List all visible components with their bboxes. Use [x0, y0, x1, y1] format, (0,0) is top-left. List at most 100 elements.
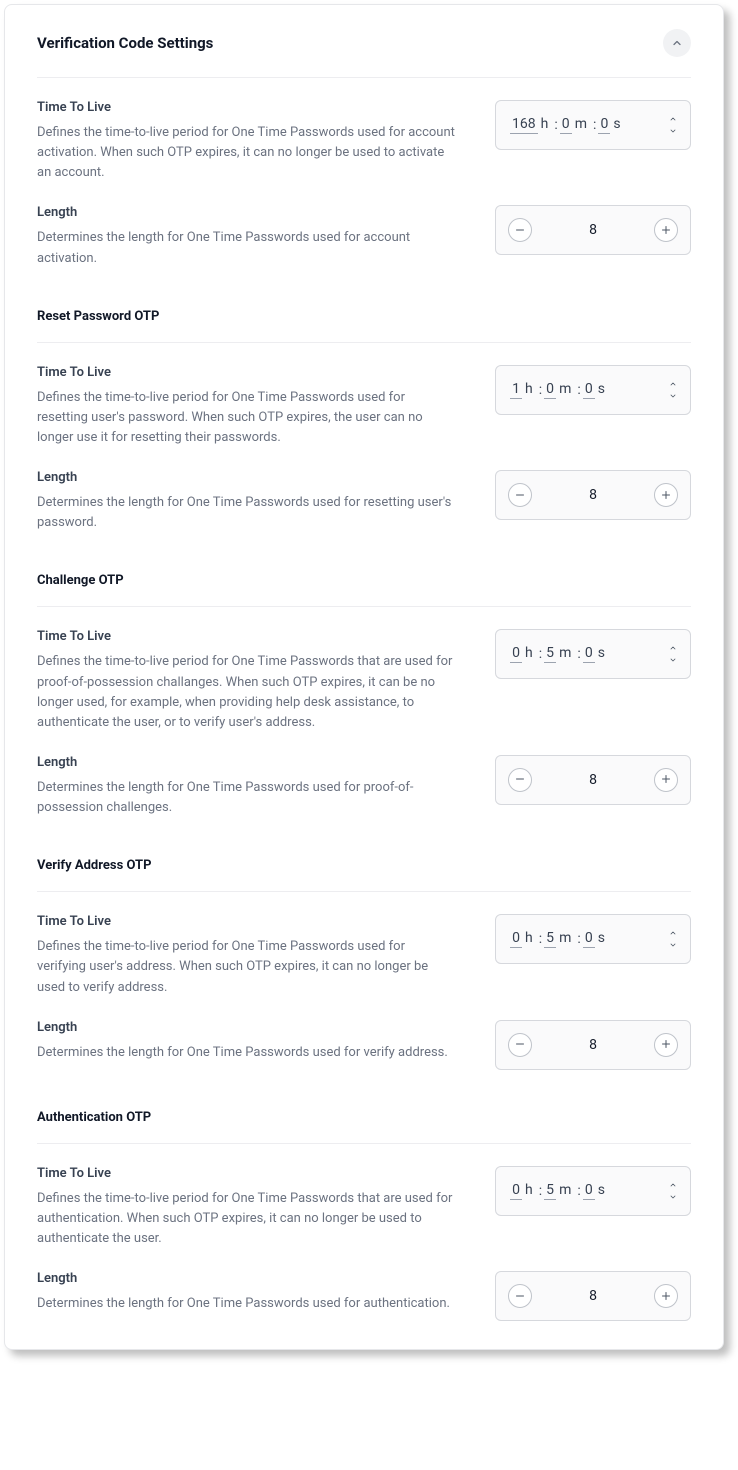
- challenge-ttl-hours-value: 0: [510, 645, 522, 663]
- verify-length-row: Length Determines the length for One Tim…: [37, 1020, 691, 1070]
- plus-icon: [660, 1287, 672, 1306]
- activation-ttl-row: Time To Live Defines the time-to-live pe…: [37, 100, 691, 183]
- reset-length-description: Determines the length for One Time Passw…: [37, 493, 457, 533]
- auth-length-decrement-button[interactable]: [508, 1284, 532, 1308]
- chevron-down-icon: [668, 388, 678, 404]
- verify-ttl-decrement-button[interactable]: [666, 940, 680, 950]
- activation-length-increment-button[interactable]: [654, 218, 678, 242]
- activation-ttl-description: Defines the time-to-live period for One …: [37, 123, 457, 183]
- reset-length-row: Length Determines the length for One Tim…: [37, 470, 691, 533]
- verify-ttl-input[interactable]: 0h : 5m : 0s: [495, 914, 691, 964]
- verify-length-value: 8: [589, 1037, 597, 1053]
- auth-ttl-minutes-value: 5: [544, 1182, 556, 1200]
- verify-ttl-label: Time To Live: [37, 914, 467, 929]
- minutes-unit-label: m: [559, 381, 571, 397]
- minus-icon: [514, 770, 526, 789]
- section-title-verify: Verify Address OTP: [37, 858, 691, 892]
- challenge-ttl-row: Time To Live Defines the time-to-live pe…: [37, 629, 691, 733]
- challenge-length-label: Length: [37, 755, 467, 770]
- hours-unit-label: h: [525, 1182, 533, 1198]
- seconds-unit-label: s: [598, 381, 605, 397]
- hours-unit-label: h: [541, 116, 549, 132]
- activation-length-value: 8: [589, 222, 597, 238]
- reset-length-label: Length: [37, 470, 467, 485]
- chevron-up-icon: [671, 37, 683, 49]
- challenge-length-increment-button[interactable]: [654, 768, 678, 792]
- section-title-auth: Authentication OTP: [37, 1110, 691, 1144]
- auth-ttl-row: Time To Live Defines the time-to-live pe…: [37, 1166, 691, 1249]
- verify-length-increment-button[interactable]: [654, 1033, 678, 1057]
- reset-ttl-seconds-value: 0: [583, 381, 595, 399]
- verify-length-decrement-button[interactable]: [508, 1033, 532, 1057]
- auth-length-increment-button[interactable]: [654, 1284, 678, 1308]
- activation-ttl-label: Time To Live: [37, 100, 467, 115]
- challenge-ttl-input[interactable]: 0h : 5m : 0s: [495, 629, 691, 679]
- activation-length-stepper: 8: [495, 205, 691, 255]
- challenge-ttl-description: Defines the time-to-live period for One …: [37, 652, 457, 733]
- activation-ttl-input[interactable]: 168h : 0m : 0s: [495, 100, 691, 150]
- collapse-button[interactable]: [663, 29, 691, 57]
- verify-ttl-minutes-value: 5: [544, 930, 556, 948]
- challenge-length-description: Determines the length for One Time Passw…: [37, 778, 457, 818]
- activation-length-row: Length Determines the length for One Tim…: [37, 205, 691, 268]
- activation-ttl-seconds-value: 0: [598, 116, 610, 134]
- activation-length-label: Length: [37, 205, 467, 220]
- auth-ttl-seconds-value: 0: [583, 1182, 595, 1200]
- plus-icon: [660, 221, 672, 240]
- challenge-ttl-label: Time To Live: [37, 629, 467, 644]
- reset-ttl-row: Time To Live Defines the time-to-live pe…: [37, 365, 691, 448]
- activation-ttl-decrement-button[interactable]: [666, 126, 680, 136]
- verify-ttl-seconds-value: 0: [583, 930, 595, 948]
- challenge-length-value: 8: [589, 772, 597, 788]
- auth-ttl-description: Defines the time-to-live period for One …: [37, 1189, 457, 1249]
- reset-length-decrement-button[interactable]: [508, 483, 532, 507]
- challenge-ttl-decrement-button[interactable]: [666, 655, 680, 665]
- minus-icon: [514, 221, 526, 240]
- minutes-unit-label: m: [575, 116, 587, 132]
- plus-icon: [660, 770, 672, 789]
- auth-length-row: Length Determines the length for One Tim…: [37, 1271, 691, 1321]
- activation-ttl-minutes-value: 0: [560, 116, 572, 134]
- chevron-down-icon: [668, 652, 678, 668]
- reset-length-increment-button[interactable]: [654, 483, 678, 507]
- auth-length-value: 8: [589, 1288, 597, 1304]
- reset-ttl-input[interactable]: 1h : 0m : 0s: [495, 365, 691, 415]
- auth-ttl-label: Time To Live: [37, 1166, 467, 1181]
- challenge-length-stepper: 8: [495, 755, 691, 805]
- card-header: Verification Code Settings: [37, 29, 691, 78]
- auth-length-stepper: 8: [495, 1271, 691, 1321]
- minutes-unit-label: m: [559, 930, 571, 946]
- seconds-unit-label: s: [598, 645, 605, 661]
- activation-length-decrement-button[interactable]: [508, 218, 532, 242]
- reset-length-stepper: 8: [495, 470, 691, 520]
- section-title-challenge: Challenge OTP: [37, 573, 691, 607]
- auth-length-description: Determines the length for One Time Passw…: [37, 1294, 457, 1314]
- reset-ttl-description: Defines the time-to-live period for One …: [37, 388, 457, 448]
- verify-length-description: Determines the length for One Time Passw…: [37, 1043, 457, 1063]
- verify-ttl-row: Time To Live Defines the time-to-live pe…: [37, 914, 691, 997]
- verify-ttl-hours-value: 0: [510, 930, 522, 948]
- activation-length-description: Determines the length for One Time Passw…: [37, 228, 457, 268]
- auth-ttl-hours-value: 0: [510, 1182, 522, 1200]
- reset-ttl-decrement-button[interactable]: [666, 391, 680, 401]
- minutes-unit-label: m: [559, 645, 571, 661]
- verify-length-stepper: 8: [495, 1020, 691, 1070]
- challenge-length-decrement-button[interactable]: [508, 768, 532, 792]
- minus-icon: [514, 1035, 526, 1054]
- section-title-reset: Reset Password OTP: [37, 309, 691, 343]
- minutes-unit-label: m: [559, 1182, 571, 1198]
- reset-ttl-hours-value: 1: [510, 381, 522, 399]
- card-title: Verification Code Settings: [37, 34, 213, 52]
- seconds-unit-label: s: [598, 930, 605, 946]
- reset-ttl-label: Time To Live: [37, 365, 467, 380]
- auth-ttl-input[interactable]: 0h : 5m : 0s: [495, 1166, 691, 1216]
- challenge-ttl-minutes-value: 5: [544, 645, 556, 663]
- auth-ttl-decrement-button[interactable]: [666, 1192, 680, 1202]
- auth-length-label: Length: [37, 1271, 467, 1286]
- hours-unit-label: h: [525, 381, 533, 397]
- reset-ttl-minutes-value: 0: [544, 381, 556, 399]
- hours-unit-label: h: [525, 930, 533, 946]
- seconds-unit-label: s: [613, 116, 620, 132]
- challenge-ttl-seconds-value: 0: [583, 645, 595, 663]
- chevron-down-icon: [668, 123, 678, 139]
